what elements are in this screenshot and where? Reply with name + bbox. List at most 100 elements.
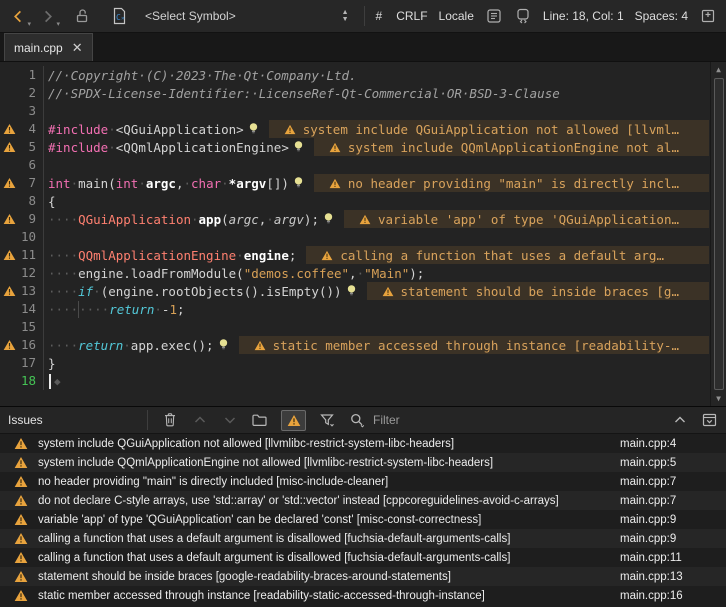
inline-warning-annotation[interactable]: system include QGuiApplication not allow… [269, 120, 709, 138]
spaces-indicator[interactable]: Spaces: 4 [635, 9, 688, 23]
line-number: 3 [18, 102, 44, 120]
issues-filter-input[interactable]: Filter [349, 412, 400, 428]
lightbulb-icon[interactable] [218, 338, 229, 352]
code-editor[interactable]: 1//·Copyright·(C)·2023·The·Qt·Company·Lt… [0, 62, 726, 407]
inline-warning-annotation[interactable]: system include QQmlApplicationEngine not… [314, 138, 709, 156]
back-icon[interactable]: ▾ [9, 7, 27, 25]
close-icon[interactable]: ✕ [72, 41, 83, 54]
code-line[interactable]: 7int·main(int·argc,·char·*argv[])no head… [0, 174, 709, 192]
lightbulb-icon[interactable] [323, 212, 334, 226]
gutter-warning-icon[interactable] [0, 177, 18, 189]
warning-icon [14, 513, 29, 526]
scroll-up-icon[interactable]: ▲ [711, 62, 726, 77]
filter-funnel-icon[interactable] [319, 412, 336, 429]
issues-toolbar: Issues Filter [0, 407, 726, 434]
encoding-button[interactable]: Locale [439, 9, 474, 23]
code-line[interactable]: 12····engine.loadFromModule("demos.coffe… [0, 264, 709, 282]
code-text [44, 102, 709, 120]
warning-icon [14, 570, 29, 583]
lightbulb-icon[interactable] [293, 140, 304, 154]
issue-row[interactable]: calling a function that uses a default a… [0, 548, 726, 567]
split-editor-icon[interactable] [699, 7, 717, 25]
pin-symbol-button[interactable]: # [376, 9, 383, 23]
code-line[interactable]: 10 [0, 228, 709, 246]
unlock-icon[interactable] [73, 7, 91, 25]
issue-location: main.cpp:16 [620, 590, 720, 602]
code-line[interactable]: 9····QGuiApplication·app(argc,·argv);var… [0, 210, 709, 228]
code-line[interactable]: 14········return·-1; [0, 300, 709, 318]
warning-icon [14, 456, 29, 469]
code-line[interactable]: 4#include·<QGuiApplication>system includ… [0, 120, 709, 138]
issue-row[interactable]: system include QQmlApplicationEngine not… [0, 453, 726, 472]
code-line[interactable]: 1//·Copyright·(C)·2023·The·Qt·Company·Lt… [0, 66, 709, 84]
inline-warning-annotation[interactable]: static member accessed through instance … [239, 336, 709, 354]
issue-location: main.cpp:4 [620, 438, 720, 450]
show-warnings-toggle[interactable] [281, 410, 306, 431]
issue-row[interactable]: do not declare C-style arrays, use 'std:… [0, 491, 726, 510]
tab-label: main.cpp [14, 41, 63, 55]
forward-history-caret-icon[interactable]: ▾ [56, 21, 60, 28]
code-line[interactable]: 5#include·<QQmlApplicationEngine>system … [0, 138, 709, 156]
inline-warning-annotation[interactable]: variable 'app' of type 'QGuiApplication… [344, 210, 709, 228]
issue-row[interactable]: calling a function that uses a default a… [0, 529, 726, 548]
scroll-down-icon[interactable]: ▼ [711, 391, 726, 406]
code-line[interactable]: 17} [0, 354, 709, 372]
code-line[interactable]: 6 [0, 156, 709, 174]
line-number: 1 [18, 66, 44, 84]
gutter-warning-icon[interactable] [0, 141, 18, 153]
document-lines-icon[interactable] [485, 7, 503, 25]
code-line[interactable]: 8{ [0, 192, 709, 210]
panel-window-dropdown-icon[interactable] [701, 412, 718, 429]
previous-issue-chevron-up-icon[interactable] [191, 412, 208, 429]
code-line[interactable]: 18◆ [0, 372, 709, 390]
next-issue-chevron-down-icon[interactable] [221, 412, 238, 429]
code-line[interactable]: 16····return·app.exec();static member ac… [0, 336, 709, 354]
issue-row[interactable]: system include QGuiApplication not allow… [0, 434, 726, 453]
forward-icon[interactable]: ▾ [38, 7, 56, 25]
warning-icon [14, 494, 29, 507]
line-number: 4 [18, 120, 44, 138]
symbol-selector-value: <Select Symbol> [145, 9, 236, 23]
line-number: 17 [18, 354, 44, 372]
code-line[interactable]: 11····QQmlApplicationEngine·engine;calli… [0, 246, 709, 264]
line-col-indicator[interactable]: Line: 18, Col: 1 [543, 9, 624, 23]
file-encoding-icon[interactable] [514, 7, 532, 25]
line-number: 2 [18, 84, 44, 102]
folder-icon[interactable] [251, 412, 268, 429]
editor-scrollbar[interactable]: ▲ ▼ [710, 62, 726, 406]
symbol-selector[interactable]: <Select Symbol> ▲▼ [139, 3, 353, 29]
issue-row[interactable]: variable 'app' of type 'QGuiApplication'… [0, 510, 726, 529]
issue-row[interactable]: no header providing "main" is directly i… [0, 472, 726, 491]
gutter-warning-icon[interactable] [0, 123, 18, 135]
inline-warning-annotation[interactable]: statement should be inside braces [g… [367, 282, 709, 300]
lightbulb-icon[interactable] [346, 284, 357, 298]
lightbulb-icon[interactable] [293, 176, 304, 190]
code-line[interactable]: 13····if·(engine.rootObjects().isEmpty()… [0, 282, 709, 300]
gutter-warning-icon[interactable] [0, 339, 18, 351]
issue-text: system include QQmlApplicationEngine not… [38, 457, 620, 469]
editor-tabbar: main.cpp ✕ [0, 33, 726, 62]
gutter-warning-icon[interactable] [0, 249, 18, 261]
line-number: 8 [18, 192, 44, 210]
code-line[interactable]: 2//·SPDX-License-Identifier:·LicenseRef-… [0, 84, 709, 102]
inline-warning-annotation[interactable]: calling a function that uses a default a… [306, 246, 709, 264]
issue-text: calling a function that uses a default a… [38, 552, 620, 564]
line-ending-button[interactable]: CRLF [396, 9, 427, 23]
issue-row[interactable]: static member accessed through instance … [0, 586, 726, 605]
gutter-warning-icon[interactable] [0, 285, 18, 297]
ide-window: ▾ ▾ C» <Select Symbol> ▲▼ # CRLF Locale … [0, 0, 726, 607]
clear-issues-icon[interactable] [161, 412, 178, 429]
tab-main-cpp[interactable]: main.cpp ✕ [4, 33, 93, 61]
back-history-caret-icon[interactable]: ▾ [27, 21, 31, 28]
inline-warning-annotation[interactable]: no header providing "main" is directly i… [314, 174, 709, 192]
expand-panel-chevron-up-icon[interactable] [671, 412, 688, 429]
lightbulb-icon[interactable] [248, 122, 259, 136]
gutter-warning-icon[interactable] [0, 213, 18, 225]
issue-text: variable 'app' of type 'QGuiApplication'… [38, 514, 620, 526]
code-line[interactable]: 3 [0, 102, 709, 120]
scrollbar-thumb[interactable] [714, 78, 724, 390]
search-icon [349, 412, 366, 428]
issue-row[interactable]: statement should be inside braces [googl… [0, 567, 726, 586]
issue-location: main.cpp:9 [620, 533, 720, 545]
code-line[interactable]: 15 [0, 318, 709, 336]
